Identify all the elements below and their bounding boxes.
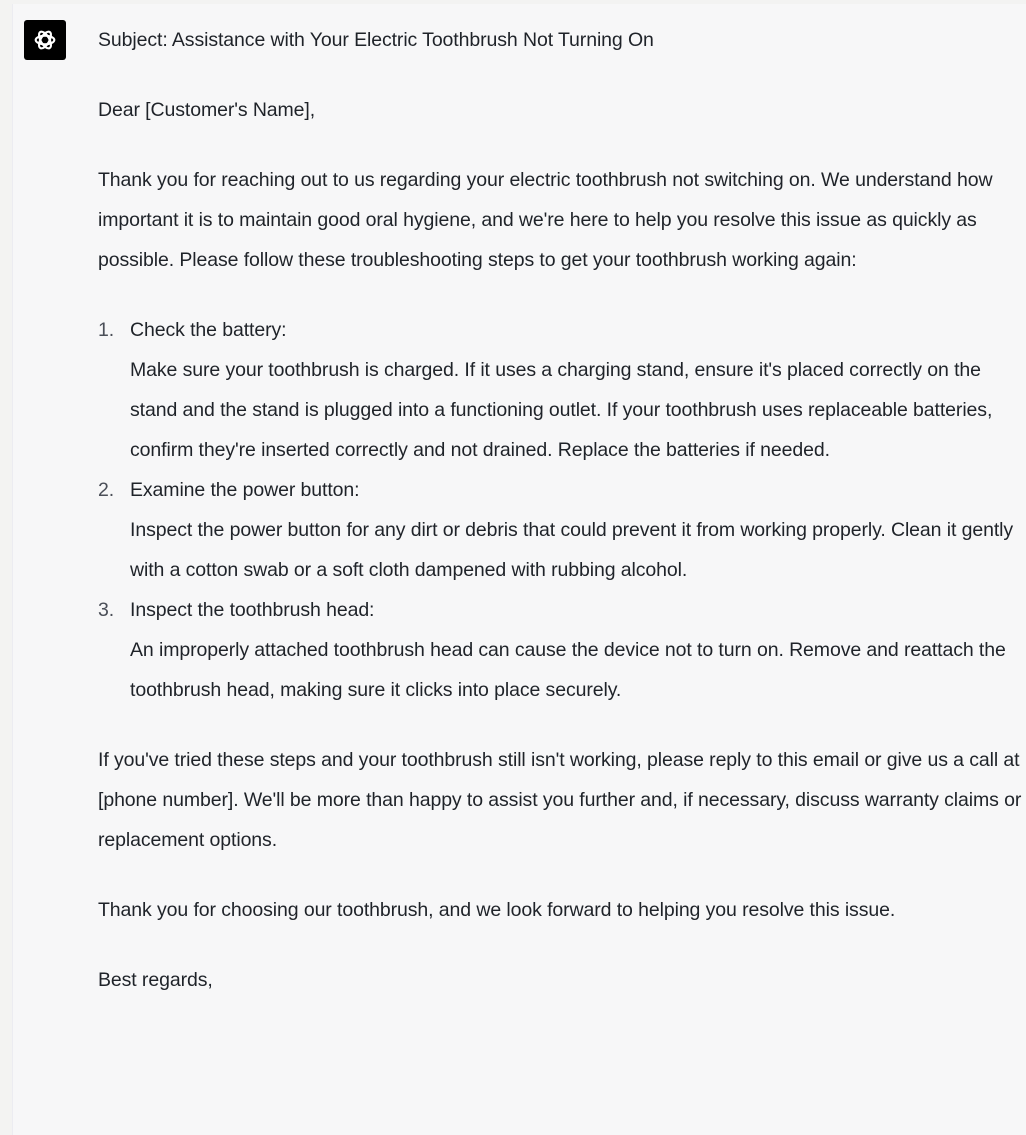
email-salutation: Dear [Customer's Name], (98, 99, 316, 121)
email-closing: If you've tried these steps and your too… (98, 749, 1022, 851)
step-number: 1. (98, 319, 115, 341)
step-description: An improperly attached toothbrush head c… (130, 639, 1006, 701)
email-thanks: Thank you for choosing our toothbrush, a… (98, 899, 896, 921)
step-number: 2. (98, 479, 115, 501)
email-body: Subject: Assistance with Your Electric T… (98, 20, 1022, 1000)
step-item: 1. Check the battery: Make sure your too… (98, 310, 1022, 470)
email-intro: Thank you for reaching out to us regardi… (98, 169, 993, 271)
step-title: Inspect the toothbrush head: (130, 599, 375, 621)
step-item: 3. Inspect the toothbrush head: An impro… (98, 590, 1022, 710)
step-item: 2. Examine the power button: Inspect the… (98, 470, 1022, 590)
step-description: Inspect the power button for any dirt or… (130, 519, 1014, 581)
troubleshooting-steps: 1. Check the battery: Make sure your too… (98, 310, 1022, 710)
step-title: Check the battery: (130, 319, 287, 341)
openai-logo-icon (34, 30, 56, 50)
step-title: Examine the power button: (130, 479, 360, 501)
email-subject: Subject: Assistance with Your Electric T… (98, 29, 654, 51)
step-number: 3. (98, 599, 115, 621)
step-description: Make sure your toothbrush is charged. If… (130, 359, 993, 461)
assistant-avatar (24, 20, 66, 60)
email-signoff: Best regards, (98, 969, 213, 991)
